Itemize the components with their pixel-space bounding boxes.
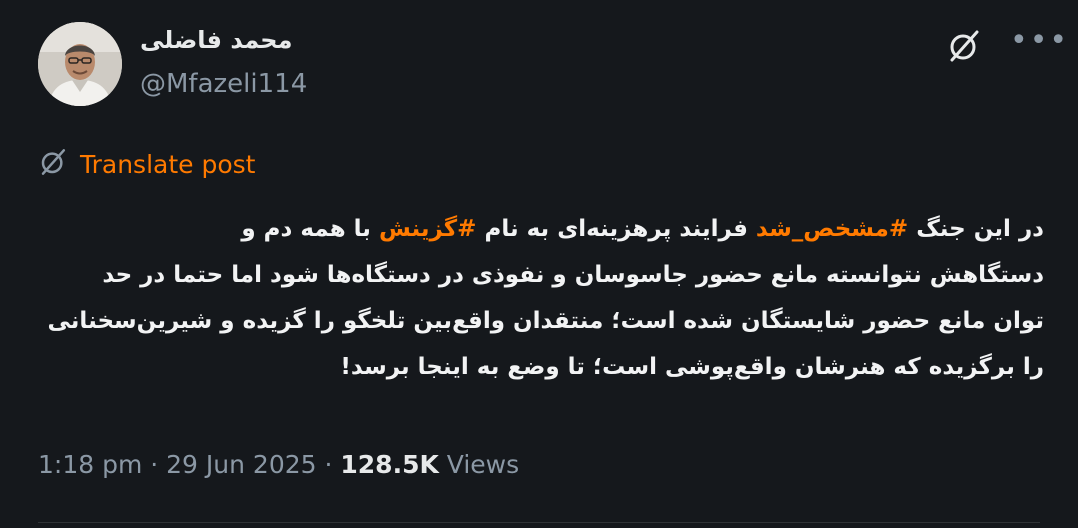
more-horizontal-icon[interactable]: ••• — [1010, 26, 1069, 56]
post-time[interactable]: 1:18 pm — [38, 450, 142, 479]
meta-separator: · — [142, 450, 167, 479]
post-text-segment: فرایند پرهزینه‌ای به نام — [476, 216, 756, 242]
post-date[interactable]: 29 Jun 2025 — [166, 450, 316, 479]
hashtag-link[interactable]: #مشخص_شد — [756, 216, 908, 242]
post-line-1: در این جنگ #مشخص_شد فرایند پرهزینه‌ای به… — [36, 206, 1044, 252]
divider — [38, 522, 1040, 523]
grok-slash-circle-icon — [38, 147, 68, 181]
meta-separator: · — [316, 450, 341, 479]
avatar[interactable] — [38, 22, 122, 106]
author-name[interactable]: محمد فاضلی — [140, 26, 292, 54]
translate-post-link[interactable]: Translate post — [38, 146, 255, 182]
hashtag-link[interactable]: #گزینش — [379, 216, 477, 242]
post-text: در این جنگ #مشخص_شد فرایند پرهزینه‌ای به… — [36, 206, 1044, 390]
views-count[interactable]: 128.5K — [340, 450, 438, 479]
post-text-segment: در این جنگ — [908, 216, 1044, 242]
post-line-2: دستگاهش نتوانسته مانع حضور جاسوسان و نفو… — [102, 262, 1044, 288]
post-line-3: توان مانع حضور شایستگان شده است؛ منتقدان… — [47, 308, 1044, 334]
views-label: Views — [438, 450, 520, 479]
post-text-segment: با همه دم و — [241, 216, 379, 242]
author-handle[interactable]: @Mfazeli114 — [140, 69, 307, 99]
avatar-photo — [38, 22, 122, 106]
grok-slash-circle-icon[interactable] — [946, 28, 982, 64]
post-line-4: را برگزیده که هنرشان واقع‌پوشی است؛ تا و… — [340, 354, 1044, 380]
post-meta: 1:18 pm · 29 Jun 2025 · 128.5K Views — [38, 450, 519, 479]
translate-post-label: Translate post — [80, 149, 256, 179]
